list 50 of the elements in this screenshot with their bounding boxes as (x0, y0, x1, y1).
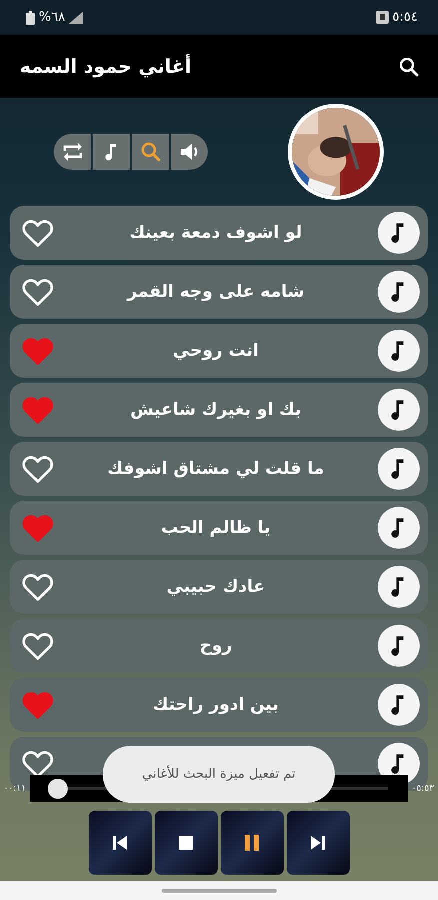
song-title: بك او بغيرك شاعيش (129, 400, 303, 420)
note-button[interactable] (93, 134, 130, 170)
notification-icon (376, 11, 389, 24)
clock: ٥:٥٤ (392, 10, 418, 25)
song-row[interactable]: شامه على وجه القمر (10, 265, 428, 319)
signal-icon (69, 12, 84, 24)
song-row[interactable]: روح (10, 619, 428, 673)
battery-level: %٦٨ (39, 10, 66, 25)
volume-button[interactable] (171, 134, 208, 170)
pause-icon (242, 833, 262, 853)
song-title: بين ادور راحتك (152, 695, 280, 715)
song-title: عادك حبيبي (166, 577, 266, 597)
song-title: روح (198, 636, 234, 656)
search-icon[interactable] (398, 56, 420, 78)
music-note-icon (378, 212, 420, 254)
seek-thumb[interactable] (48, 779, 68, 799)
song-row[interactable]: بك او بغيرك شاعيش (10, 383, 428, 437)
music-note-icon (378, 507, 420, 549)
song-title: يا ظالم الحب (160, 518, 272, 538)
battery-icon (26, 10, 35, 24)
music-note-icon (378, 625, 420, 667)
home-handle[interactable] (162, 888, 276, 892)
song-row[interactable]: ما قلت لي مشتاق اشوفك (10, 442, 428, 496)
song-row[interactable]: انت روحي (10, 324, 428, 378)
song-row[interactable]: بين ادور راحتك (10, 678, 428, 732)
music-note-icon (378, 684, 420, 726)
song-title: شامه على وجه القمر (126, 282, 306, 302)
music-note-icon (378, 271, 420, 313)
music-note-icon (378, 389, 420, 431)
music-note-icon (378, 448, 420, 490)
song-title: ما قلت لي مشتاق اشوفك (106, 459, 326, 479)
stop-icon (176, 833, 196, 853)
music-note-icon (378, 566, 420, 608)
pause-button[interactable] (220, 811, 284, 875)
repeat-button[interactable] (54, 134, 91, 170)
toast-message: تم تفعيل ميزة البحث للأغاني (142, 767, 296, 782)
next-icon (308, 833, 328, 853)
stop-button[interactable] (154, 811, 218, 875)
song-row[interactable]: عادك حبيبي (10, 560, 428, 614)
app-title: أغاني حمود السمه (20, 56, 192, 78)
total-time: ٠٥:٥٣ (410, 784, 436, 794)
song-title: انت روحي (172, 341, 260, 361)
elapsed-time: ٠٠:١١ (2, 784, 28, 794)
previous-button[interactable] (88, 811, 152, 875)
song-row[interactable]: يا ظالم الحب (10, 501, 428, 555)
next-button[interactable] (286, 811, 350, 875)
music-note-icon (378, 330, 420, 372)
previous-icon (110, 833, 130, 853)
song-title: لو اشوف دمعة بعينك (128, 223, 304, 243)
song-row[interactable]: لو اشوف دمعة بعينك (10, 206, 428, 260)
